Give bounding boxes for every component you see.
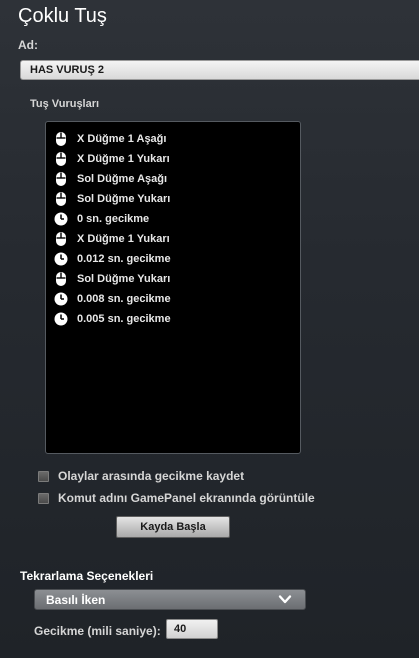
keystroke-text: 0.005 sn. gecikme	[77, 313, 171, 325]
name-label: Ad:	[18, 38, 38, 52]
record-delays-label: Olaylar arasında gecikme kaydet	[58, 469, 245, 483]
repeat-options-label: Tekrarlama Seçenekleri	[20, 569, 154, 583]
show-name-option[interactable]: Komut adını GamePanel ekranında görüntül…	[38, 490, 315, 506]
mouse-icon	[54, 171, 68, 187]
mouse-icon	[54, 191, 68, 207]
keystroke-item[interactable]: Sol Düğme Yukarı	[54, 270, 170, 288]
keystroke-item[interactable]: Sol Düğme Aşağı	[54, 170, 167, 188]
keystroke-text: X Düğme 1 Yukarı	[77, 153, 170, 165]
keystroke-item[interactable]: X Düğme 1 Aşağı	[54, 130, 166, 148]
name-input[interactable]: HAS VURUŞ 2	[20, 60, 419, 80]
keystroke-text: Sol Düğme Aşağı	[77, 173, 168, 185]
keystroke-text: 0.012 sn. gecikme	[77, 253, 171, 265]
keystroke-item[interactable]: X Düğme 1 Yukarı	[54, 150, 170, 168]
keystroke-text: X Düğme 1 Yukarı	[77, 233, 170, 245]
keystroke-text: Sol Düğme Yukarı	[77, 273, 171, 285]
keystroke-item[interactable]: Sol Düğme Yukarı	[54, 190, 170, 208]
keystrokes-list[interactable]: X Düğme 1 Aşağı X Düğme 1 Yukarı Sol Düğ…	[45, 121, 301, 454]
keystrokes-label: Tuş Vuruşları	[30, 98, 100, 110]
record-delays-checkbox[interactable]	[38, 470, 49, 482]
keystroke-item[interactable]: X Düğme 1 Yukarı	[54, 230, 170, 248]
start-recording-button[interactable]: Kayda Başla	[116, 516, 230, 538]
keystroke-text: X Düğme 1 Aşağı	[77, 133, 167, 145]
delay-label: Gecikme (mili saniye):	[34, 624, 161, 638]
keystroke-item[interactable]: 0.005 sn. gecikme	[54, 310, 171, 328]
clock-icon	[54, 211, 68, 227]
record-delays-option[interactable]: Olaylar arasında gecikme kaydet	[38, 468, 244, 484]
delay-input[interactable]: 40	[166, 619, 218, 639]
keystroke-text: Sol Düğme Yukarı	[77, 193, 171, 205]
repeat-mode-select[interactable]: Basılı İken	[34, 589, 306, 610]
clock-icon	[54, 251, 68, 267]
chevron-down-icon	[278, 594, 292, 605]
mouse-icon	[54, 271, 68, 287]
window-title: Çoklu Tuş	[18, 5, 107, 27]
show-name-checkbox[interactable]	[38, 492, 49, 504]
mouse-icon	[54, 151, 68, 167]
repeat-mode-value: Basılı İken	[46, 593, 106, 607]
keystroke-text: 0 sn. gecikme	[77, 213, 150, 225]
mouse-icon	[54, 131, 68, 147]
keystroke-item[interactable]: 0 sn. gecikme	[54, 210, 149, 228]
mouse-icon	[54, 231, 68, 247]
keystroke-text: 0.008 sn. gecikme	[77, 293, 171, 305]
keystroke-item[interactable]: 0.008 sn. gecikme	[54, 290, 171, 308]
clock-icon	[54, 311, 68, 327]
keystroke-item[interactable]: 0.012 sn. gecikme	[54, 250, 171, 268]
clock-icon	[54, 291, 68, 307]
show-name-label: Komut adını GamePanel ekranında görüntül…	[58, 491, 315, 505]
